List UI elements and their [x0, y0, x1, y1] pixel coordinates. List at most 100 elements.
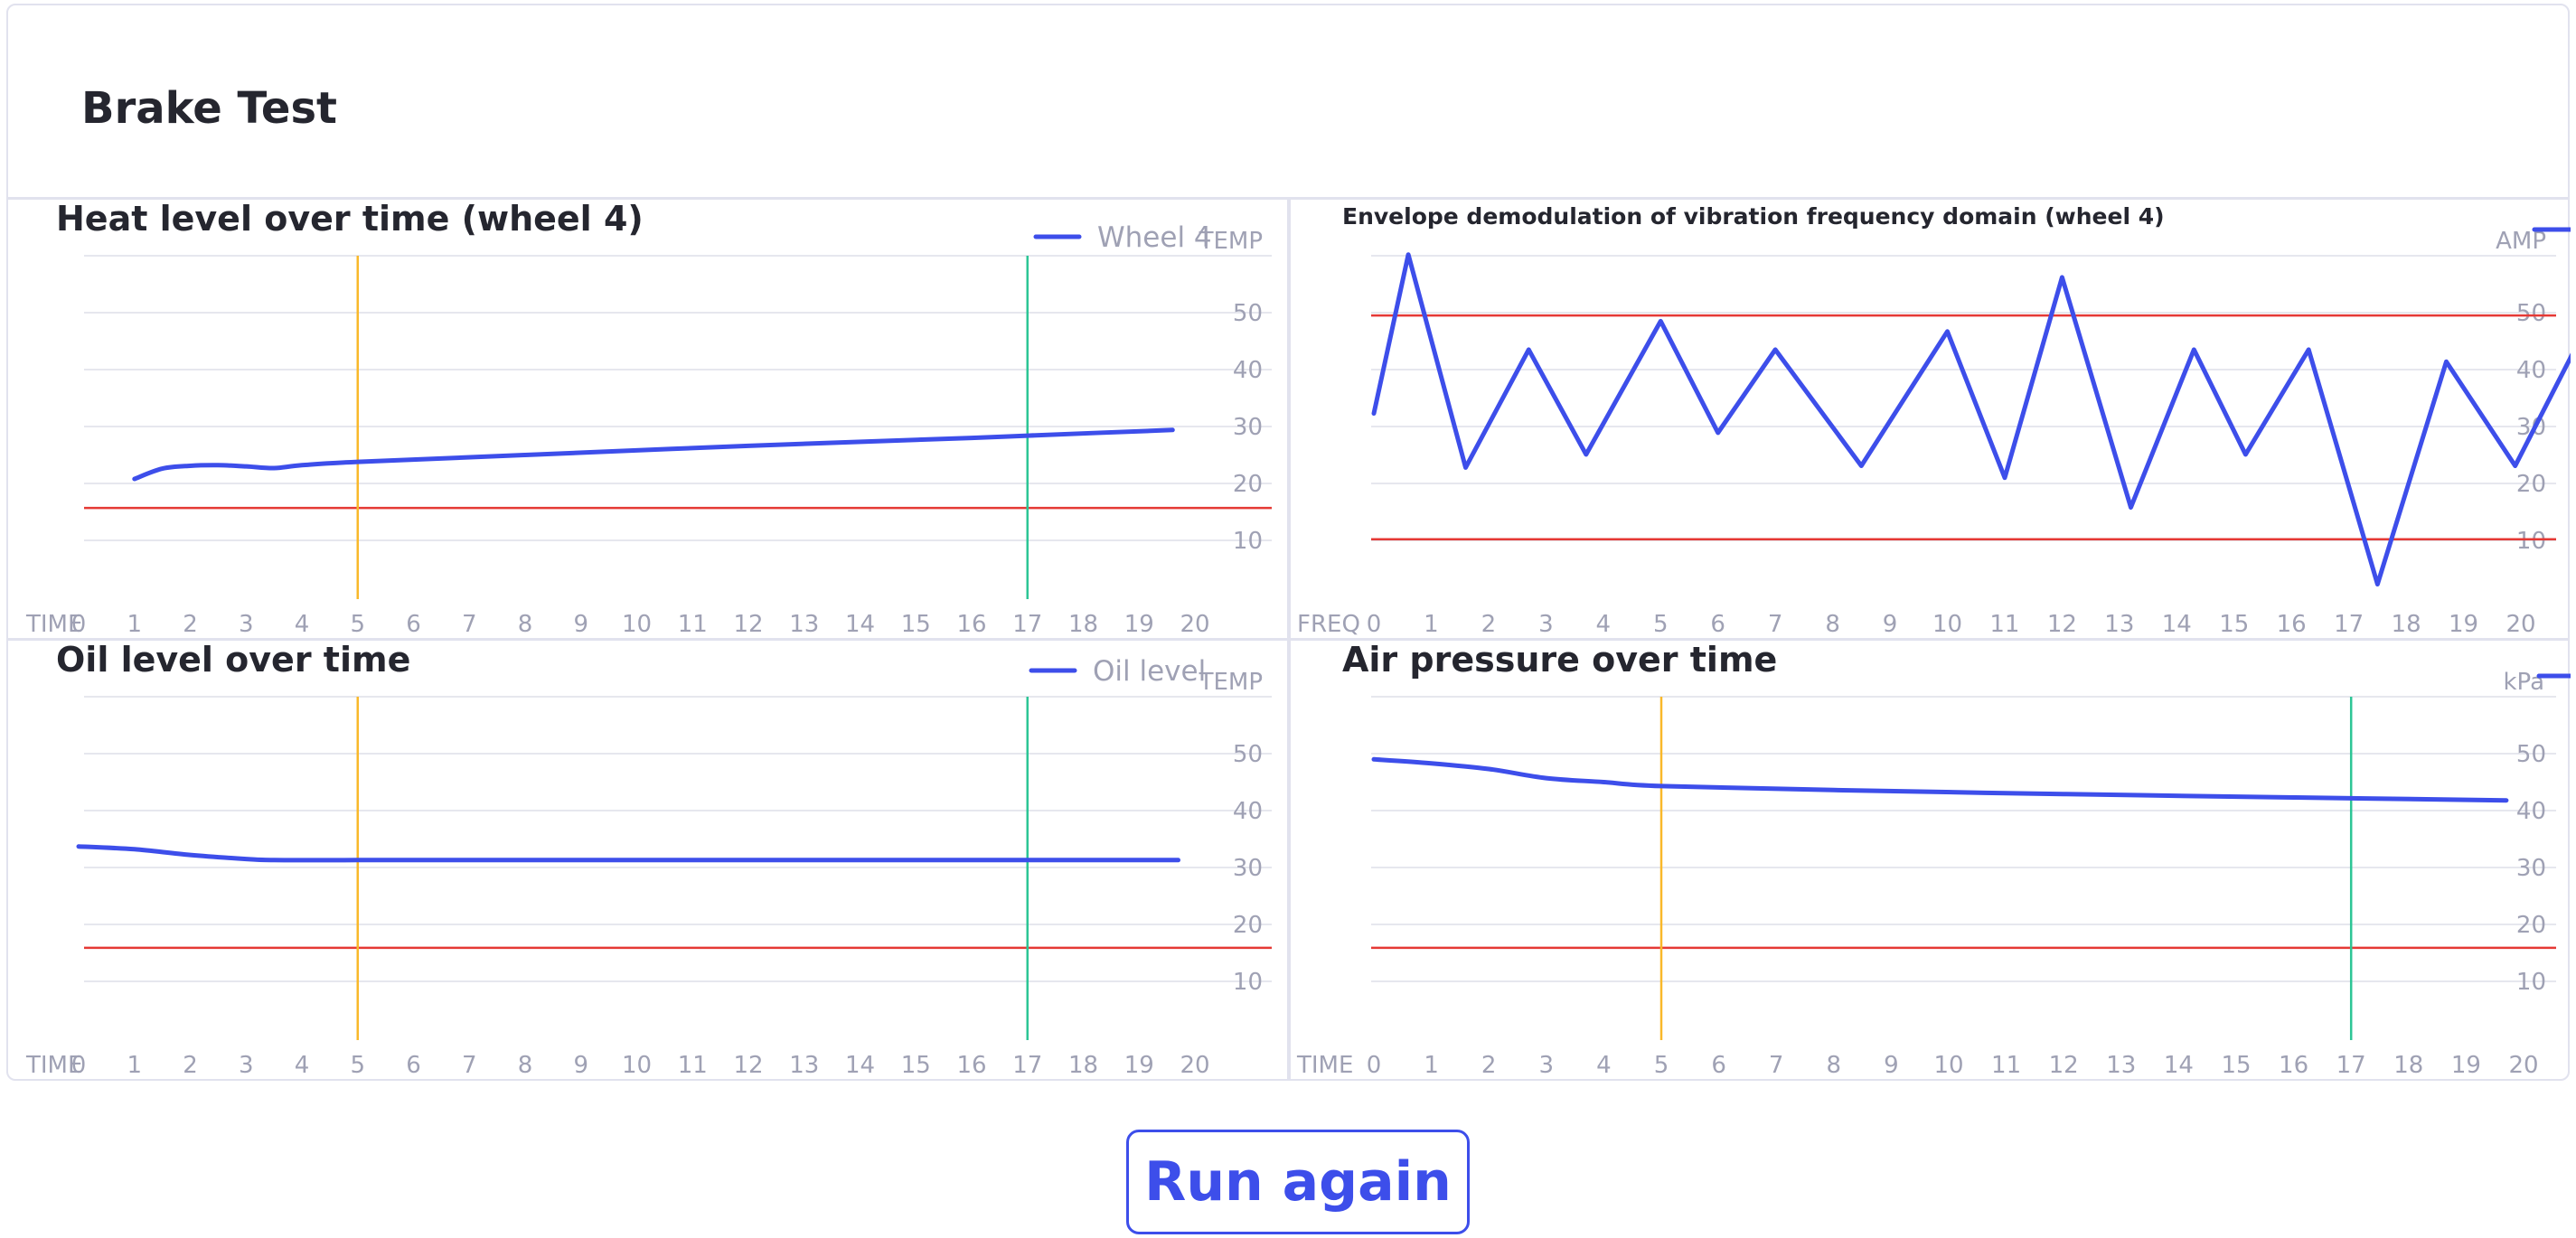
y-tick-label: 20: [2516, 912, 2546, 939]
x-tick-label: 7: [462, 611, 477, 638]
x-tick-label: 4: [295, 611, 310, 638]
x-tick-label: 12: [2047, 611, 2077, 638]
x-tick-label: 3: [1538, 611, 1554, 638]
x-axis-label: FREQ: [1297, 611, 1360, 638]
x-tick-label: 6: [1711, 1052, 1726, 1079]
chart-panel-air-pressure: Air pressure over time 10 20 30 40 50 kPa TIME 0…: [1291, 641, 2571, 1082]
y-tick-label: 40: [1233, 357, 1263, 384]
x-tick-label: 0: [1367, 1052, 1382, 1079]
x-tick-label: 8: [1825, 611, 1840, 638]
y-tick-label: 50: [1233, 741, 1263, 768]
chart-panel-oil: Oil level over time 10 20 30 40 50 TEMP TIME 0 1 2…: [6, 641, 1286, 1082]
x-tick-label: 20: [1180, 611, 1209, 638]
x-tick-label: 15: [2221, 1052, 2251, 1079]
y-tick-label: 10: [2516, 969, 2546, 996]
x-tick-label: 4: [1596, 1052, 1612, 1079]
chart-title: Heat level over time (wheel 4): [56, 200, 644, 239]
x-tick-label: 19: [1124, 611, 1154, 638]
x-tick-label: 16: [956, 1052, 986, 1079]
x-tick-label: 3: [239, 611, 254, 638]
run-again-button[interactable]: Run again: [1126, 1130, 1470, 1234]
series-line: [1371, 252, 2571, 586]
y-tick-label: 40: [2516, 798, 2546, 825]
x-tick-label: 9: [1884, 1052, 1899, 1079]
x-tick-label: 10: [1933, 1052, 1963, 1079]
x-tick-label: 2: [183, 611, 198, 638]
series-line: [132, 427, 1175, 482]
y-tick-label: 30: [1233, 855, 1263, 882]
x-tick-label: 17: [2336, 1052, 2366, 1079]
x-tick-label: 0: [1367, 611, 1382, 638]
x-tick-label: 1: [1424, 611, 1439, 638]
x-tick-label: 9: [573, 611, 588, 638]
x-tick-label: 14: [845, 611, 875, 638]
x-tick-label: 8: [518, 1052, 533, 1079]
x-tick-label: 10: [622, 611, 652, 638]
series-line: [1371, 756, 2509, 803]
x-tick-label: 3: [239, 1052, 254, 1079]
x-tick-label: 17: [2334, 611, 2364, 638]
x-tick-label: 13: [2104, 611, 2134, 638]
x-tick-label: 2: [183, 1052, 198, 1079]
x-tick-label: 20: [2508, 1052, 2538, 1079]
chart-title: Oil level over time: [56, 641, 410, 680]
oil-chart: Oil level over time1020304050TEMPTIME0 1 2…: [25, 641, 1272, 1079]
x-axis-label: TIME: [1296, 1052, 1353, 1079]
x-tick-label: 3: [1539, 1052, 1555, 1079]
x-tick-label: 8: [1827, 1052, 1842, 1079]
x-tick-label: 2: [1481, 611, 1497, 638]
x-tick-label: 7: [462, 1052, 477, 1079]
y-tick-label: 30: [2516, 855, 2546, 882]
x-tick-label: 19: [2449, 611, 2478, 638]
chart-title: Air pressure over time: [1342, 641, 1777, 680]
x-tick-label: 18: [1068, 1052, 1098, 1079]
x-tick-label: 10: [1932, 611, 1962, 638]
y-tick-label: 10: [2516, 528, 2546, 555]
x-tick-label: 6: [406, 611, 421, 638]
x-tick-label: 16: [2277, 611, 2307, 638]
y-tick-label: 40: [2516, 357, 2546, 384]
y-tick-label: 20: [1233, 912, 1263, 939]
x-tick-label: 13: [2106, 1052, 2136, 1079]
x-tick-label: 11: [1991, 1052, 2021, 1079]
x-tick-label: 20: [1180, 1052, 1209, 1079]
x-tick-label: 5: [1654, 1052, 1669, 1079]
x-tick-label: 1: [127, 1052, 142, 1079]
x-tick-label: 14: [2162, 611, 2192, 638]
x-tick-label: 9: [573, 1052, 588, 1079]
legend-label: Wheel 4: [1097, 221, 1212, 254]
y-tick-label: 20: [1233, 471, 1263, 498]
y-tick-label: 20: [2516, 471, 2546, 498]
y-axis-label: TEMP: [1199, 669, 1263, 696]
y-tick-label: 50: [1233, 300, 1263, 327]
x-tick-label: 4: [1596, 611, 1612, 638]
page-title: Brake Test: [81, 83, 337, 134]
x-tick-label: 6: [406, 1052, 421, 1079]
x-tick-label: 5: [350, 1052, 365, 1079]
chart-title: Envelope demodulation of vibration frequ…: [1342, 203, 2165, 230]
x-tick-label: 1: [1424, 1052, 1439, 1079]
x-tick-label: 17: [1012, 1052, 1042, 1079]
y-tick-label: 50: [2516, 300, 2546, 327]
x-tick-label: 18: [2393, 1052, 2423, 1079]
heat-chart: Heat level over time (wheel 4)1020304050…: [25, 200, 1272, 638]
x-tick-label: 11: [678, 611, 708, 638]
x-tick-label: 4: [295, 1052, 310, 1079]
y-tick-label: 30: [1233, 414, 1263, 441]
x-tick-label: 7: [1768, 611, 1783, 638]
x-tick-label: 6: [1710, 611, 1725, 638]
series-line: [76, 844, 1180, 863]
x-tick-label: 7: [1769, 1052, 1784, 1079]
x-tick-label: 0: [71, 611, 87, 638]
x-tick-label: 14: [2164, 1052, 2194, 1079]
vibration-chart: Envelope demodulation of vibration frequ…: [1297, 203, 2571, 638]
y-tick-label: 10: [1233, 528, 1263, 555]
x-tick-label: 19: [2451, 1052, 2481, 1079]
x-tick-label: 10: [622, 1052, 652, 1079]
x-tick-label: 5: [1653, 611, 1669, 638]
legend-label: Oil level: [1093, 655, 1206, 688]
x-tick-label: 15: [2219, 611, 2249, 638]
y-tick-label: 50: [2516, 741, 2546, 768]
x-tick-label: 2: [1481, 1052, 1497, 1079]
x-tick-label: 18: [2392, 611, 2421, 638]
